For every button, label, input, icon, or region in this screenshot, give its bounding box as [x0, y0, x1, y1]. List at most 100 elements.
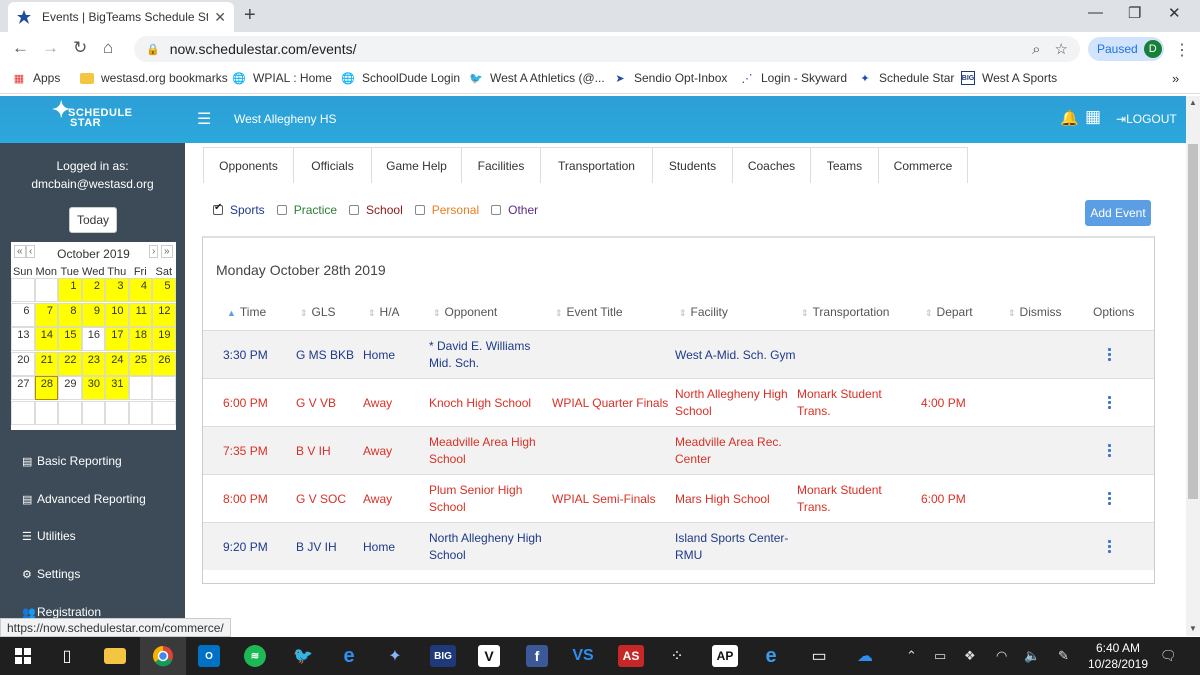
close-tab-icon[interactable]: ✕ — [214, 9, 226, 26]
filter-school[interactable]: School — [349, 203, 403, 217]
bookmark-schooldude[interactable]: 🌐 SchoolDude Login — [341, 71, 460, 85]
col-gls-header[interactable]: ⇕ GLS — [300, 305, 336, 319]
filter-personal[interactable]: Personal — [414, 203, 479, 217]
address-bar[interactable]: 🔒 now.schedulestar.com/events/ ⌕ ☆ — [134, 36, 1080, 62]
row-options-icon[interactable] — [1108, 540, 1111, 555]
back-icon[interactable]: ← — [12, 38, 29, 58]
calendar-day[interactable]: 8 — [58, 302, 82, 327]
calendar-day[interactable]: 22 — [58, 351, 82, 376]
calendar-day[interactable]: 3 — [105, 278, 129, 302]
file-explorer-icon[interactable] — [92, 637, 138, 675]
bookmark-west-a-sports[interactable]: BIG West A Sports — [961, 71, 1057, 85]
calendar-day[interactable]: 5 — [152, 278, 176, 302]
chrome-icon[interactable] — [140, 637, 186, 675]
col-event-title-header[interactable]: ⇕ Event Title — [555, 305, 623, 319]
bookmark-sendio[interactable]: ➤ Sendio Opt-Inbox — [613, 71, 727, 85]
row-options-icon[interactable] — [1108, 492, 1111, 507]
sidebar-item-advanced-reporting[interactable]: ▤ Advanced Reporting — [22, 492, 146, 506]
tab-coaches[interactable]: Coaches — [732, 147, 811, 183]
tab-opponents[interactable]: Opponents — [203, 147, 294, 183]
calendar-day[interactable]: 1 — [58, 278, 82, 302]
table-row[interactable]: 8:00 PM G V SOC Away Plum Senior High School… — [203, 474, 1154, 522]
bookmark-west-a-athletics[interactable]: 🐦 West A Athletics (@... — [469, 71, 605, 85]
calendar-day[interactable]: 28 — [34, 376, 58, 400]
col-dismiss-header[interactable]: ⇕ Dismiss — [1008, 305, 1062, 319]
wifi-icon[interactable]: ◠ — [996, 648, 1007, 664]
dropbox-icon[interactable]: ❖ — [964, 648, 976, 664]
calendar-day[interactable]: 25 — [128, 351, 152, 376]
apps-grid-icon[interactable]: ▦ — [1085, 107, 1101, 127]
calendar-day[interactable]: 2 — [81, 278, 105, 302]
logout-button[interactable]: ⇥LOGOUT — [1116, 112, 1177, 126]
filter-sports[interactable]: Sports — [213, 202, 265, 217]
tab-teams[interactable]: Teams — [810, 147, 879, 183]
bigteams-taskbar-icon[interactable]: BIG — [420, 637, 466, 675]
more-bookmarks-icon[interactable]: » — [1172, 71, 1179, 86]
calendar-day[interactable]: 23 — [81, 351, 105, 376]
calendar-day[interactable]: 21 — [34, 351, 58, 376]
close-window-icon[interactable]: ✕ — [1168, 4, 1181, 22]
ap-app-icon[interactable]: AP — [702, 637, 748, 675]
edge-icon[interactable]: e — [326, 637, 372, 675]
calendar-day[interactable]: 10 — [105, 302, 129, 327]
bookmark-wpial[interactable]: 🌐 WPIAL : Home — [232, 71, 332, 85]
calendar-day[interactable]: 13 — [11, 327, 35, 351]
hamburger-menu-icon[interactable]: ☰ — [197, 109, 211, 129]
vs-app-icon[interactable]: VS — [560, 637, 606, 675]
minimize-icon[interactable]: — — [1088, 4, 1103, 21]
tab-transportation[interactable]: Transportation — [540, 147, 653, 183]
sidebar-item-basic-reporting[interactable]: ▤ Basic Reporting — [22, 454, 122, 468]
bookmark-star-icon[interactable]: ☆ — [1055, 40, 1068, 58]
reload-icon[interactable]: ↻ — [73, 38, 87, 58]
calendar-day[interactable]: 17 — [105, 327, 129, 351]
calendar-day[interactable]: 12 — [152, 302, 176, 327]
row-options-icon[interactable] — [1108, 396, 1111, 411]
table-row[interactable]: 6:00 PM G V VB Away Knoch High School WPIAL … — [203, 378, 1154, 426]
calendar-day[interactable]: 29 — [58, 376, 82, 400]
windows-start-icon[interactable] — [0, 637, 46, 675]
sidebar-item-utilities[interactable]: ☰ Utilities — [22, 529, 76, 543]
new-tab-icon[interactable]: + — [244, 4, 256, 27]
bookmark-apps[interactable]: ▦ Apps — [12, 71, 61, 85]
table-row[interactable]: 3:30 PM G MS BKB Home * David E. Williams Mi… — [203, 330, 1154, 378]
calendar-day[interactable]: 7 — [34, 302, 58, 327]
school-checkbox[interactable] — [349, 205, 360, 215]
task-view-icon[interactable]: ▯ — [44, 637, 90, 675]
onedrive-icon[interactable]: ☁ — [842, 637, 888, 675]
profile-button[interactable]: Paused D — [1088, 37, 1164, 61]
add-event-button[interactable]: Add Event — [1085, 200, 1151, 226]
as-app-icon[interactable]: AS — [608, 637, 654, 675]
bookmark-schedule-star[interactable]: ✦ Schedule Star — [858, 71, 954, 85]
outlook-icon[interactable]: O — [186, 637, 232, 675]
forward-icon[interactable]: → — [42, 38, 59, 58]
calendar-day[interactable]: 16 — [81, 327, 105, 351]
personal-checkbox[interactable] — [414, 205, 425, 215]
sports-checkbox[interactable] — [213, 202, 223, 215]
system-clock[interactable]: 6:40 AM 10/28/2019 — [1082, 640, 1154, 672]
scrollbar-thumb[interactable] — [1188, 144, 1198, 499]
calendar-day[interactable]: 20 — [11, 351, 35, 376]
tab-commerce[interactable]: Commerce — [878, 147, 968, 183]
calendar-day[interactable]: 31 — [105, 376, 129, 400]
row-options-icon[interactable] — [1108, 348, 1111, 363]
calendar-day[interactable]: 4 — [128, 278, 152, 302]
calendar-day[interactable]: 6 — [11, 302, 35, 327]
calendar-day[interactable]: 27 — [11, 376, 35, 400]
spotify-icon[interactable]: ≋ — [232, 637, 278, 675]
next-month-button[interactable]: › — [149, 245, 159, 258]
bell-icon[interactable]: 🔔 — [1060, 109, 1079, 127]
next-year-button[interactable]: » — [161, 245, 173, 258]
tab-students[interactable]: Students — [652, 147, 733, 183]
calendar-day[interactable]: 30 — [81, 376, 105, 400]
col-transportation-header[interactable]: ⇕ Transportation — [801, 305, 889, 319]
col-facility-header[interactable]: ⇕ Facility — [679, 305, 728, 319]
notifications-icon[interactable]: 🗨 — [1160, 648, 1177, 664]
volume-icon[interactable]: 🔈 — [1024, 648, 1040, 664]
tab-facilities[interactable]: Facilities — [461, 147, 541, 183]
filter-other[interactable]: Other — [491, 203, 538, 217]
bookmark-skyward[interactable]: ⋰ Login - Skyward — [740, 71, 848, 85]
battery-icon[interactable]: ▭ — [934, 648, 946, 664]
pen-icon[interactable]: ✎ — [1058, 648, 1069, 664]
tray-expand-icon[interactable]: ⌃ — [906, 648, 917, 664]
internet-explorer-icon[interactable]: e — [748, 637, 794, 675]
